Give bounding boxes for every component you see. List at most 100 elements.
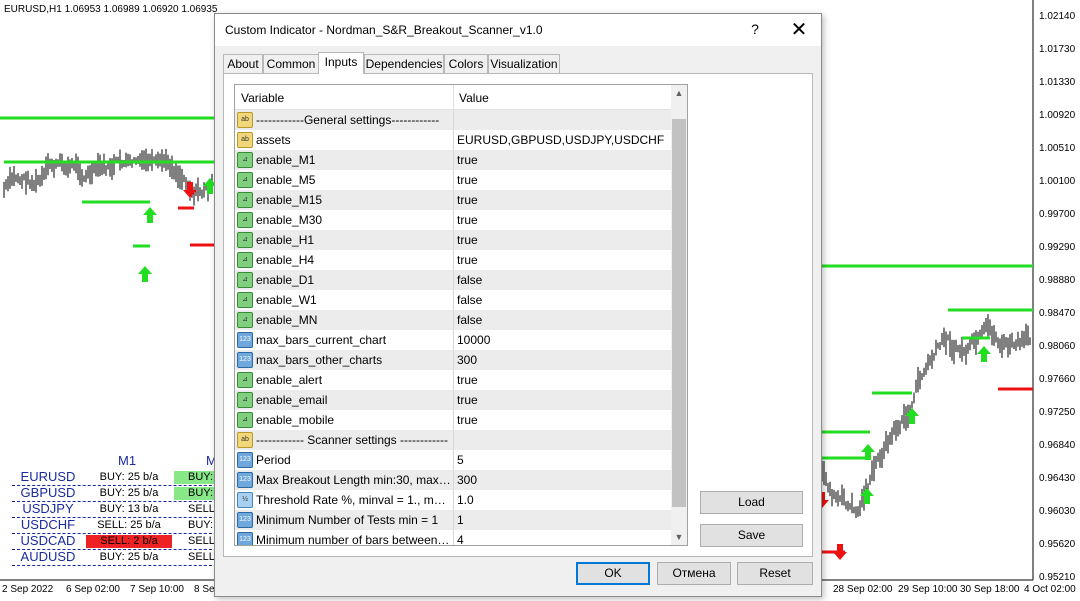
input-value[interactable]: true: [457, 393, 478, 407]
input-row[interactable]: ⊿ enable_W1 false: [235, 290, 671, 310]
input-value[interactable]: true: [457, 153, 478, 167]
input-row[interactable]: ⊿ enable_M1 true: [235, 150, 671, 170]
input-value[interactable]: true: [457, 413, 478, 427]
column-divider: [453, 270, 454, 290]
col-value-header[interactable]: Value: [459, 91, 489, 105]
load-button[interactable]: Load: [700, 491, 803, 514]
price-tick-label: 0.98880: [1039, 275, 1076, 286]
input-variable-name: enable_H4: [256, 253, 315, 267]
input-value[interactable]: true: [457, 233, 478, 247]
boolean-type-icon: ⊿: [237, 412, 253, 428]
save-button[interactable]: Save: [700, 524, 803, 547]
input-row[interactable]: ⊿ enable_M5 true: [235, 170, 671, 190]
input-value[interactable]: true: [457, 173, 478, 187]
tab-visualization[interactable]: Visualization: [488, 54, 560, 73]
input-value[interactable]: true: [457, 373, 478, 387]
cancel-button[interactable]: Отмена: [657, 562, 731, 585]
input-value[interactable]: true: [457, 213, 478, 227]
scanner-row: USDCHF SELL: 25 b/a BUY:: [12, 517, 222, 534]
scanner-row: AUDUSD BUY: 25 b/a SELL:: [12, 549, 222, 566]
input-variable-name: enable_M30: [256, 213, 323, 227]
input-row[interactable]: ⊿ enable_M15 true: [235, 190, 671, 210]
input-row[interactable]: 123 Minimum Number of Tests min = 1 1: [235, 510, 671, 530]
input-value[interactable]: 10000: [457, 333, 490, 347]
input-row[interactable]: ab assets EURUSD,GBPUSD,USDJPY,USDCHF: [235, 130, 671, 150]
close-icon[interactable]: ✕: [787, 17, 811, 42]
input-row[interactable]: ab ------------ Scanner settings --------…: [235, 430, 671, 450]
reset-button[interactable]: Reset: [737, 562, 813, 585]
input-row[interactable]: ⊿ enable_MN false: [235, 310, 671, 330]
col-variable-header[interactable]: Variable: [241, 91, 284, 105]
tab-dependencies[interactable]: Dependencies: [364, 54, 444, 73]
tab-inputs[interactable]: Inputs: [318, 52, 364, 74]
input-row[interactable]: 123 Minimum number of bars between tests 4: [235, 530, 671, 545]
input-variable-name: enable_mobile: [256, 413, 335, 427]
column-divider: [453, 190, 454, 210]
boolean-type-icon: ⊿: [237, 392, 253, 408]
grid-header: Variable Value: [235, 85, 671, 110]
input-variable-name: enable_H1: [256, 233, 315, 247]
tab-colors[interactable]: Colors: [444, 54, 488, 73]
grid-scrollbar[interactable]: ▲ ▼: [671, 85, 687, 545]
input-variable-name: max_bars_other_charts: [256, 353, 383, 367]
scanner-signal-cell: SELL: 2 b/a: [86, 535, 172, 548]
time-tick-label: 28 Sep 02:00: [833, 584, 893, 595]
input-row[interactable]: 123 max_bars_current_chart 10000: [235, 330, 671, 350]
custom-indicator-dialog: Custom Indicator - Nordman_S&R_Breakout_…: [214, 13, 822, 597]
column-divider: [453, 410, 454, 430]
input-value[interactable]: 300: [457, 353, 477, 367]
input-row[interactable]: ab ------------General settings----------…: [235, 110, 671, 130]
help-button[interactable]: ?: [745, 21, 765, 37]
input-value[interactable]: false: [457, 273, 482, 287]
dialog-title: Custom Indicator - Nordman_S&R_Breakout_…: [225, 23, 543, 37]
price-tick-label: 1.00920: [1039, 110, 1076, 121]
scroll-up-icon[interactable]: ▲: [671, 85, 687, 101]
input-row[interactable]: ⊿ enable_D1 false: [235, 270, 671, 290]
scroll-down-icon[interactable]: ▼: [671, 529, 687, 545]
input-row[interactable]: ⊿ enable_mobile true: [235, 410, 671, 430]
title-bar[interactable]: Custom Indicator - Nordman_S&R_Breakout_…: [215, 14, 821, 46]
input-value[interactable]: true: [457, 193, 478, 207]
input-variable-name: enable_M1: [256, 153, 316, 167]
string-type-icon: ab: [237, 112, 253, 128]
column-divider: [453, 390, 454, 410]
input-value[interactable]: EURUSD,GBPUSD,USDJPY,USDCHF: [457, 133, 664, 147]
input-row[interactable]: ⊿ enable_email true: [235, 390, 671, 410]
price-tick-label: 0.96840: [1039, 440, 1076, 451]
input-value[interactable]: 1: [457, 513, 464, 527]
price-tick-label: 1.01330: [1039, 77, 1076, 88]
input-variable-name: enable_email: [256, 393, 328, 407]
input-value[interactable]: 1.0: [457, 493, 474, 507]
inputs-grid[interactable]: Variable Value ab ------------General set…: [234, 84, 688, 546]
input-row[interactable]: ⊿ enable_alert true: [235, 370, 671, 390]
input-row[interactable]: ⊿ enable_H1 true: [235, 230, 671, 250]
input-variable-name: enable_M15: [256, 193, 323, 207]
scanner-signal-cell: BUY: 13 b/a: [86, 503, 172, 516]
input-variable-name: ------------General settings------------: [256, 113, 440, 127]
column-divider: [453, 130, 454, 150]
input-row[interactable]: 123 Max Breakout Length min:30, max:300 30…: [235, 470, 671, 490]
input-value[interactable]: 5: [457, 453, 464, 467]
input-row[interactable]: 123 Period 5: [235, 450, 671, 470]
column-divider[interactable]: [453, 85, 454, 109]
candle-bars-left: [3, 148, 213, 206]
input-value[interactable]: 300: [457, 473, 477, 487]
input-value[interactable]: true: [457, 253, 478, 267]
input-variable-name: enable_M5: [256, 173, 316, 187]
input-variable-name: enable_MN: [256, 313, 318, 327]
input-row[interactable]: ⊿ enable_H4 true: [235, 250, 671, 270]
tab-common[interactable]: Common: [263, 54, 319, 73]
input-row[interactable]: ⊿ enable_M30 true: [235, 210, 671, 230]
price-tick-label: 0.97250: [1039, 407, 1076, 418]
scroll-thumb[interactable]: [672, 119, 686, 507]
column-divider: [453, 290, 454, 310]
tab-about[interactable]: About: [223, 54, 263, 73]
ok-button[interactable]: OK: [576, 562, 650, 585]
input-value[interactable]: false: [457, 293, 482, 307]
input-row[interactable]: 123 max_bars_other_charts 300: [235, 350, 671, 370]
scanner-row: USDJPY BUY: 13 b/a SELL:: [12, 501, 222, 518]
input-value[interactable]: 4: [457, 533, 464, 545]
integer-type-icon: 123: [237, 532, 253, 545]
input-row[interactable]: ½Threshold Rate %, minval = 1., maxval .…: [235, 490, 671, 510]
input-value[interactable]: false: [457, 313, 482, 327]
